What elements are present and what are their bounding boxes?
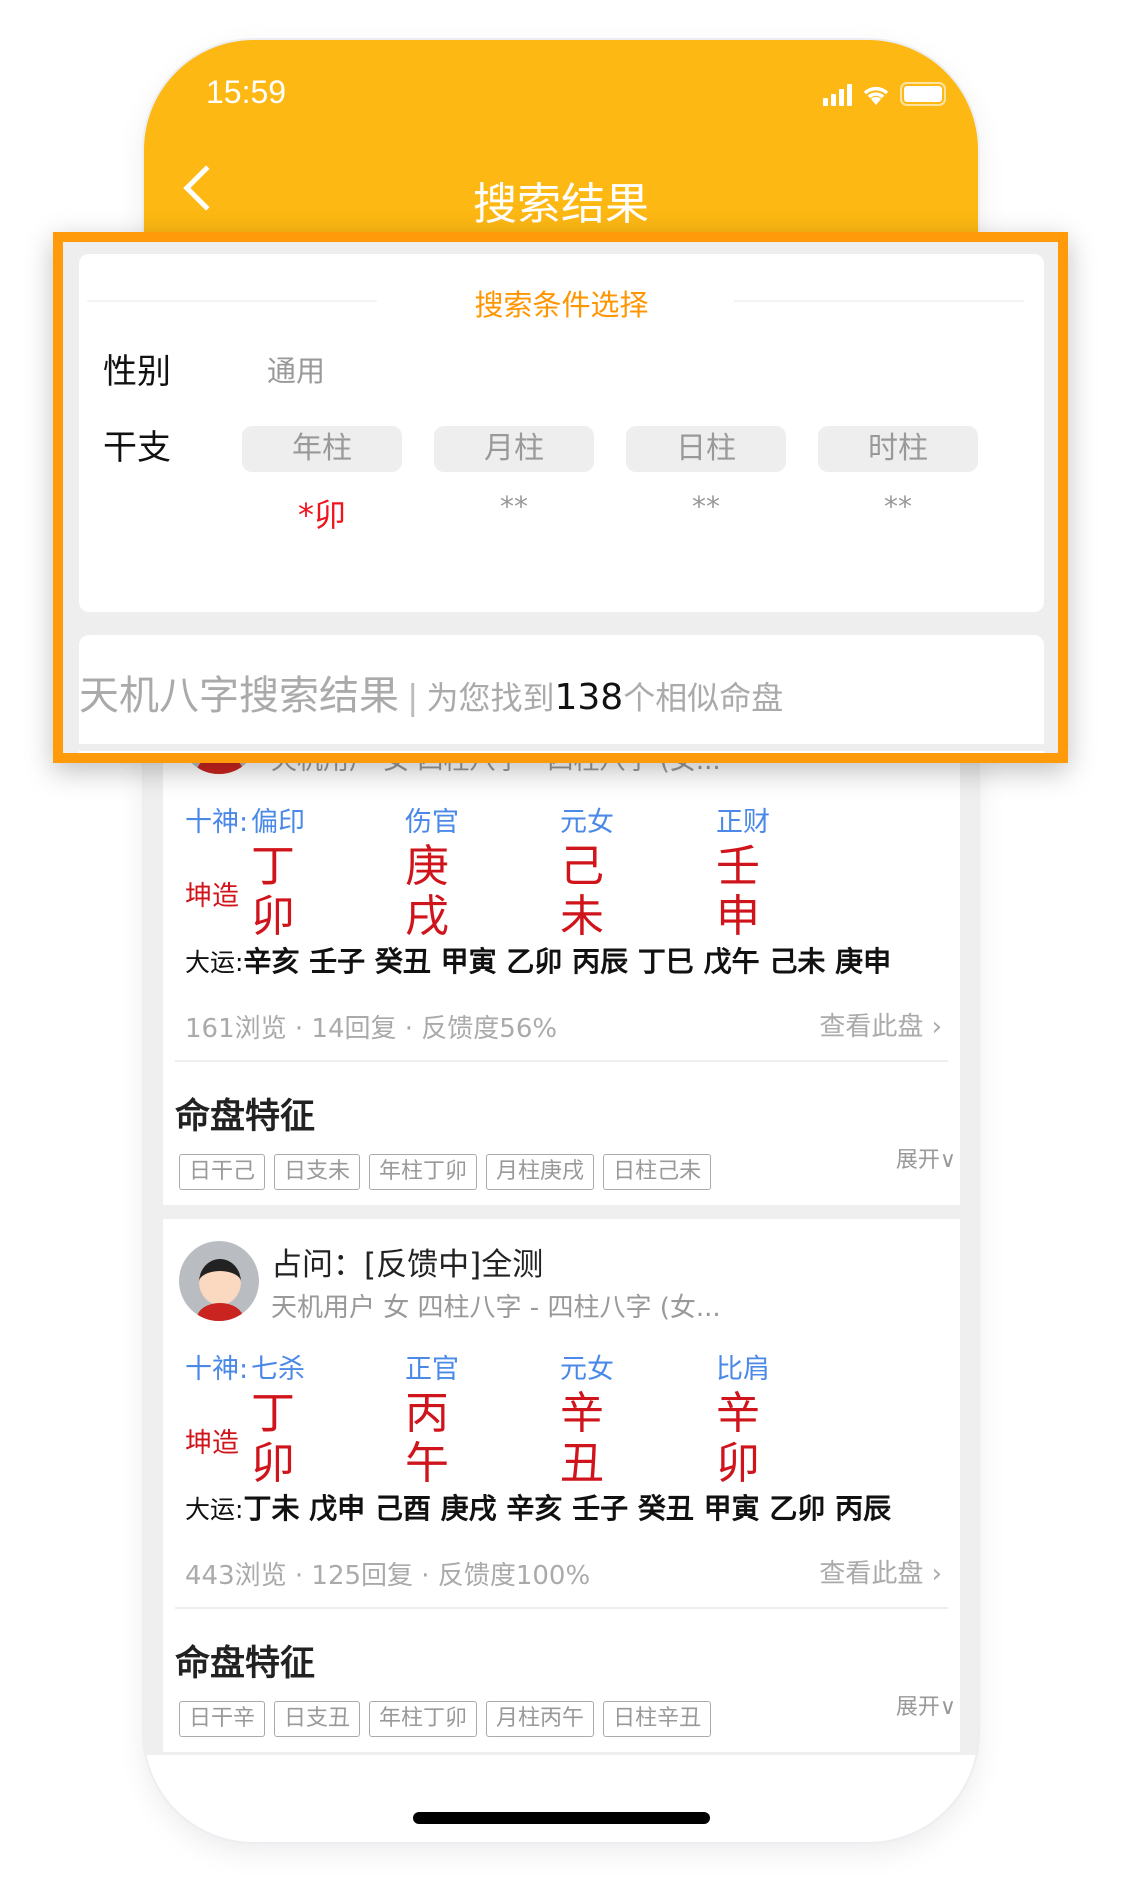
stem: 丁 [251,1388,295,1439]
pillar-button-day[interactable]: 日柱 [626,426,786,472]
shishen-value: 比肩 [716,1354,770,1385]
dayun-row: 大运:辛亥 壬子 癸丑 甲寅 乙卯 丙辰 丁巳 戊午 己未 庚申 [185,945,892,978]
branch: 午 [405,1438,449,1489]
stem: 己 [560,841,604,892]
chevron-down-icon: ∨ [939,1148,956,1173]
dayun-row: 大运:丁未 戊申 己酉 庚戌 辛亥 壬子 癸丑 甲寅 乙卯 丙辰 [185,1492,892,1525]
stem: 庚 [405,841,449,892]
branch: 卯 [251,1438,295,1489]
branch: 申 [716,891,760,942]
card-subtitle: 天机用户 女 四柱八字 - 四柱八字 (女... [271,1293,721,1323]
pillar-value-day: ** [692,490,720,523]
feature-tags: 日干辛 日支丑 年柱丁卯 月柱丙午 日柱辛丑 [179,1701,712,1737]
branch: 未 [560,891,604,942]
feature-tag: 日干己 [179,1154,266,1190]
pillar-value-month: ** [500,490,528,523]
battery-icon [900,82,946,106]
branch: 丑 [560,1438,604,1489]
shishen-value: 七杀 [251,1354,305,1385]
stem: 丙 [405,1388,449,1439]
results-summary-card: 天机八字搜索结果 | 为您找到 138 个相似命盘 [79,635,1044,744]
result-card[interactable]: 占问：[反馈中]全测 天机用户 女 四柱八字 - 四柱八字 (女... 十神: … [163,1219,960,1752]
stem: 辛 [716,1388,760,1439]
results-summary: 天机八字搜索结果 | 为您找到 138 个相似命盘 [79,673,784,719]
feature-title: 命盘特征 [175,1097,316,1137]
divider [79,751,1044,753]
feature-tag: 年柱丁卯 [369,1701,478,1737]
expand-button[interactable]: 展开∨ [896,1689,956,1721]
divider [175,1060,948,1062]
pillar-button-month[interactable]: 月柱 [434,426,594,472]
feature-title: 命盘特征 [175,1644,316,1684]
pillar-value-year: *卯 [297,496,346,534]
avatar [179,1241,259,1321]
kunzao-label: 坤造 [185,1428,239,1459]
shishen-value: 偏印 [251,807,305,838]
feature-tag: 月柱丙午 [486,1701,595,1737]
chevron-right-icon: › [931,1559,942,1589]
ganzhi-label: 干支 [103,428,171,468]
divider [175,1607,948,1609]
feature-tag: 月柱庚戌 [486,1154,595,1190]
shishen-label: 十神: [185,807,249,838]
feature-tag: 日干辛 [179,1701,266,1737]
view-chart-link[interactable]: 查看此盘 › [819,1006,942,1043]
kunzao-label: 坤造 [185,881,239,912]
feature-tags: 日干己 日支未 年柱丁卯 月柱庚戌 日柱己未 [179,1154,712,1190]
feature-tag: 日支未 [274,1154,361,1190]
feature-tag: 年柱丁卯 [369,1154,478,1190]
page-title: 搜索结果 [473,179,649,230]
shishen-value: 正财 [716,807,770,838]
stem: 辛 [560,1388,604,1439]
pillar-button-hour[interactable]: 时柱 [818,426,978,472]
home-indicator[interactable] [413,1812,710,1824]
signal-icon [823,84,852,106]
chevron-down-icon: ∨ [939,1695,956,1720]
gender-label: 性别 [103,352,171,392]
feature-tag: 日柱辛丑 [603,1701,712,1737]
wifi-icon [863,86,889,105]
shishen-label: 十神: [185,1354,249,1385]
pillar-value-hour: ** [884,490,912,523]
search-conditions-card: 搜索条件选择 性别 通用 干支 年柱 月柱 日柱 时柱 *卯 ** ** ** [79,254,1044,612]
branch: 卯 [251,891,295,942]
shishen-value: 伤官 [405,807,459,838]
feature-tag: 日柱己未 [603,1154,712,1190]
nav-header: 15:59 搜索结果 [144,40,978,240]
branch: 卯 [716,1438,760,1489]
shishen-value: 正官 [405,1354,459,1385]
gender-value[interactable]: 通用 [267,348,325,390]
view-chart-link[interactable]: 查看此盘 › [819,1553,942,1590]
shishen-value: 元女 [560,1354,614,1385]
status-time: 15:59 [206,74,287,110]
feature-tag: 日支丑 [274,1701,361,1737]
chevron-right-icon: › [931,1012,942,1042]
bottom-area [144,1755,978,1842]
stem: 壬 [716,841,760,892]
expand-button[interactable]: 展开∨ [896,1142,956,1174]
result-count: 138 [554,677,624,718]
card-title: 占问：[反馈中]全测 [271,1247,544,1283]
card-stats: 161浏览 · 14回复 · 反馈度56% [185,1014,558,1044]
card-stats: 443浏览 · 125回复 · 反馈度100% [185,1561,591,1591]
search-panel-highlight: 搜索条件选择 性别 通用 干支 年柱 月柱 日柱 时柱 *卯 ** ** ** … [53,232,1068,763]
shishen-value: 元女 [560,807,614,838]
branch: 戌 [405,891,449,942]
search-conditions-title: 搜索条件选择 [474,288,649,322]
status-icons [823,82,946,106]
pillar-button-year[interactable]: 年柱 [242,426,402,472]
stem: 丁 [251,841,295,892]
